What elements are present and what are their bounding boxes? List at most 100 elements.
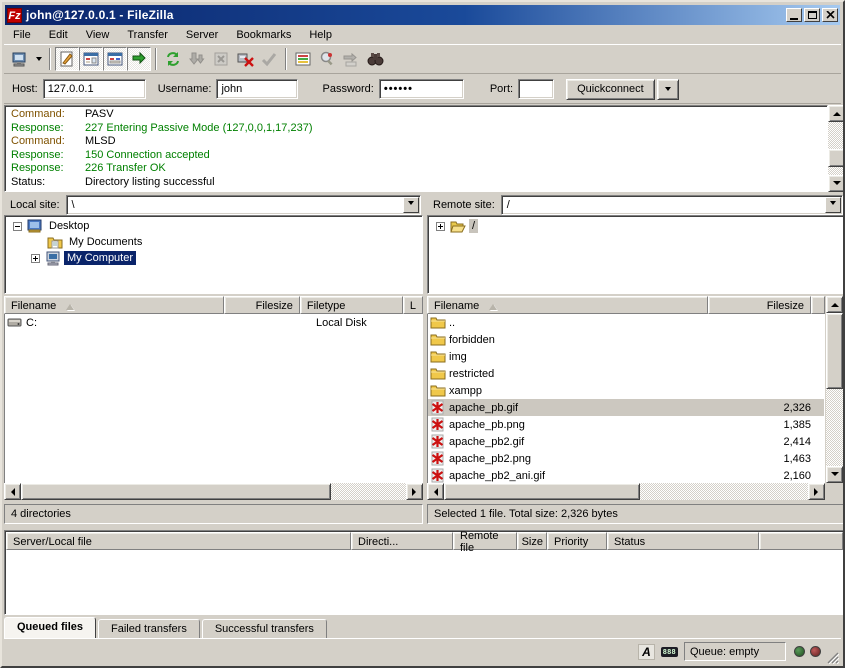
compare-directories-button[interactable] xyxy=(315,47,339,71)
scroll-up-button[interactable] xyxy=(826,296,843,313)
expand-icon[interactable] xyxy=(31,254,40,263)
scrollbar-thumb[interactable] xyxy=(828,149,845,167)
tree-item-desktop[interactable]: Desktop xyxy=(5,218,422,234)
combo-dropdown-button[interactable] xyxy=(403,197,419,213)
scrollbar-thumb[interactable] xyxy=(444,483,640,500)
tab-queued-files[interactable]: Queued files xyxy=(4,617,96,638)
password-input[interactable]: •••••• xyxy=(379,79,464,99)
toggle-local-tree-button[interactable] xyxy=(79,47,103,71)
expand-icon[interactable] xyxy=(436,222,445,231)
toggle-message-log-button[interactable] xyxy=(55,47,79,71)
scroll-right-button[interactable] xyxy=(406,483,423,500)
menu-help[interactable]: Help xyxy=(300,27,341,43)
remote-list-hscrollbar[interactable] xyxy=(427,483,825,500)
combo-dropdown-button[interactable] xyxy=(825,197,841,213)
remote-site-combo[interactable]: / xyxy=(501,195,843,215)
scroll-left-button[interactable] xyxy=(427,483,444,500)
menu-server[interactable]: Server xyxy=(177,27,227,43)
remote-list-vscrollbar[interactable] xyxy=(826,296,843,483)
site-manager-dropdown[interactable] xyxy=(32,47,45,71)
scroll-down-button[interactable] xyxy=(826,466,843,483)
speed-limit-indicator[interactable]: 888 xyxy=(661,647,678,657)
column-direction[interactable]: Directi... xyxy=(351,532,453,550)
image-file-icon xyxy=(430,434,446,449)
arrow-left-icon xyxy=(7,488,15,496)
column-filesize[interactable]: Filesize xyxy=(224,296,300,314)
local-file-list[interactable]: C: Local Disk xyxy=(4,314,423,483)
column-priority[interactable]: Priority xyxy=(547,532,607,550)
cancel-operation-button[interactable] xyxy=(209,47,233,71)
disconnect-button[interactable] xyxy=(233,47,257,71)
column-filetype[interactable]: Filetype xyxy=(300,296,403,314)
remote-file-row[interactable]: xampp xyxy=(428,382,824,399)
desktop-icon xyxy=(27,219,43,234)
column-filesize[interactable]: Filesize xyxy=(708,296,811,314)
quickconnect-button[interactable]: Quickconnect xyxy=(566,79,655,100)
data-type-indicator[interactable]: A xyxy=(638,644,655,660)
menu-edit[interactable]: Edit xyxy=(40,27,77,43)
local-site-combo[interactable]: \ xyxy=(66,195,421,215)
port-input[interactable] xyxy=(518,79,554,99)
tree-item-my-documents[interactable]: My Documents xyxy=(5,234,422,250)
abort-button[interactable] xyxy=(257,47,281,71)
folder-icon xyxy=(430,349,446,364)
scroll-left-button[interactable] xyxy=(4,483,21,500)
scrollbar-thumb[interactable] xyxy=(826,313,843,389)
title-bar[interactable]: Fz john@127.0.0.1 - FileZilla xyxy=(5,5,840,25)
column-size[interactable]: Size xyxy=(517,532,547,550)
remote-file-row[interactable]: img xyxy=(428,348,824,365)
local-list-hscrollbar[interactable] xyxy=(4,483,423,500)
column-remote-file[interactable]: Remote file xyxy=(453,532,517,550)
refresh-button[interactable] xyxy=(161,47,185,71)
synchronized-browsing-button[interactable] xyxy=(339,47,363,71)
remote-file-row[interactable]: .. xyxy=(428,314,824,331)
username-input[interactable]: john xyxy=(216,79,298,99)
local-site-bar: Local site: \ xyxy=(4,194,423,215)
toolbar-separator xyxy=(155,48,157,70)
collapse-icon[interactable] xyxy=(13,222,22,231)
tab-successful-transfers[interactable]: Successful transfers xyxy=(202,619,327,638)
minimize-button[interactable] xyxy=(786,8,802,22)
menu-view[interactable]: View xyxy=(77,27,119,43)
menu-transfer[interactable]: Transfer xyxy=(118,27,177,43)
toggle-transfer-queue-button[interactable] xyxy=(127,47,151,71)
tree-item-my-computer[interactable]: My Computer xyxy=(5,250,422,266)
message-log-body[interactable]: Command:PASV Response:227 Entering Passi… xyxy=(4,105,828,192)
remote-file-row-selected[interactable]: apache_pb.gif2,326 xyxy=(428,399,824,416)
remote-file-row[interactable]: forbidden xyxy=(428,331,824,348)
host-input[interactable]: 127.0.0.1 xyxy=(43,79,146,99)
remote-file-row[interactable]: apache_pb.png1,385 xyxy=(428,416,824,433)
menu-bookmarks[interactable]: Bookmarks xyxy=(227,27,300,43)
column-extra[interactable] xyxy=(811,296,825,314)
remote-file-row[interactable]: apache_pb2_ani.gif2,160 xyxy=(428,467,824,483)
column-filename[interactable]: Filename xyxy=(4,296,224,314)
close-button[interactable] xyxy=(822,8,838,22)
log-scrollbar[interactable] xyxy=(828,105,845,192)
filter-button[interactable] xyxy=(291,47,315,71)
resize-grip[interactable] xyxy=(826,651,839,664)
column-last-modified[interactable]: L xyxy=(403,296,423,314)
scroll-right-button[interactable] xyxy=(808,483,825,500)
local-file-row[interactable]: C: Local Disk xyxy=(5,314,422,331)
menu-file[interactable]: File xyxy=(4,27,40,43)
scroll-up-button[interactable] xyxy=(828,105,845,122)
process-queue-button[interactable] xyxy=(185,47,209,71)
tree-item-root[interactable]: / xyxy=(428,218,844,234)
column-filename[interactable]: Filename xyxy=(427,296,708,314)
maximize-button[interactable] xyxy=(804,8,820,22)
remote-file-row[interactable]: restricted xyxy=(428,365,824,382)
transfer-queue[interactable]: Server/Local file Directi... Remote file… xyxy=(4,530,845,615)
toolbar-separator xyxy=(49,48,51,70)
find-files-button[interactable] xyxy=(363,47,387,71)
remote-file-row[interactable]: apache_pb2.png1,463 xyxy=(428,450,824,467)
quickconnect-dropdown[interactable] xyxy=(657,79,679,100)
column-status[interactable]: Status xyxy=(607,532,759,550)
remote-file-row[interactable]: apache_pb2.gif2,414 xyxy=(428,433,824,450)
scroll-down-button[interactable] xyxy=(828,175,845,192)
scrollbar-thumb[interactable] xyxy=(21,483,331,500)
site-manager-button[interactable] xyxy=(8,47,32,71)
column-server-local-file[interactable]: Server/Local file xyxy=(6,532,351,550)
toggle-remote-tree-button[interactable] xyxy=(103,47,127,71)
remote-file-list[interactable]: .. forbidden img restricted xampp apache… xyxy=(427,314,825,483)
tab-failed-transfers[interactable]: Failed transfers xyxy=(98,619,200,638)
